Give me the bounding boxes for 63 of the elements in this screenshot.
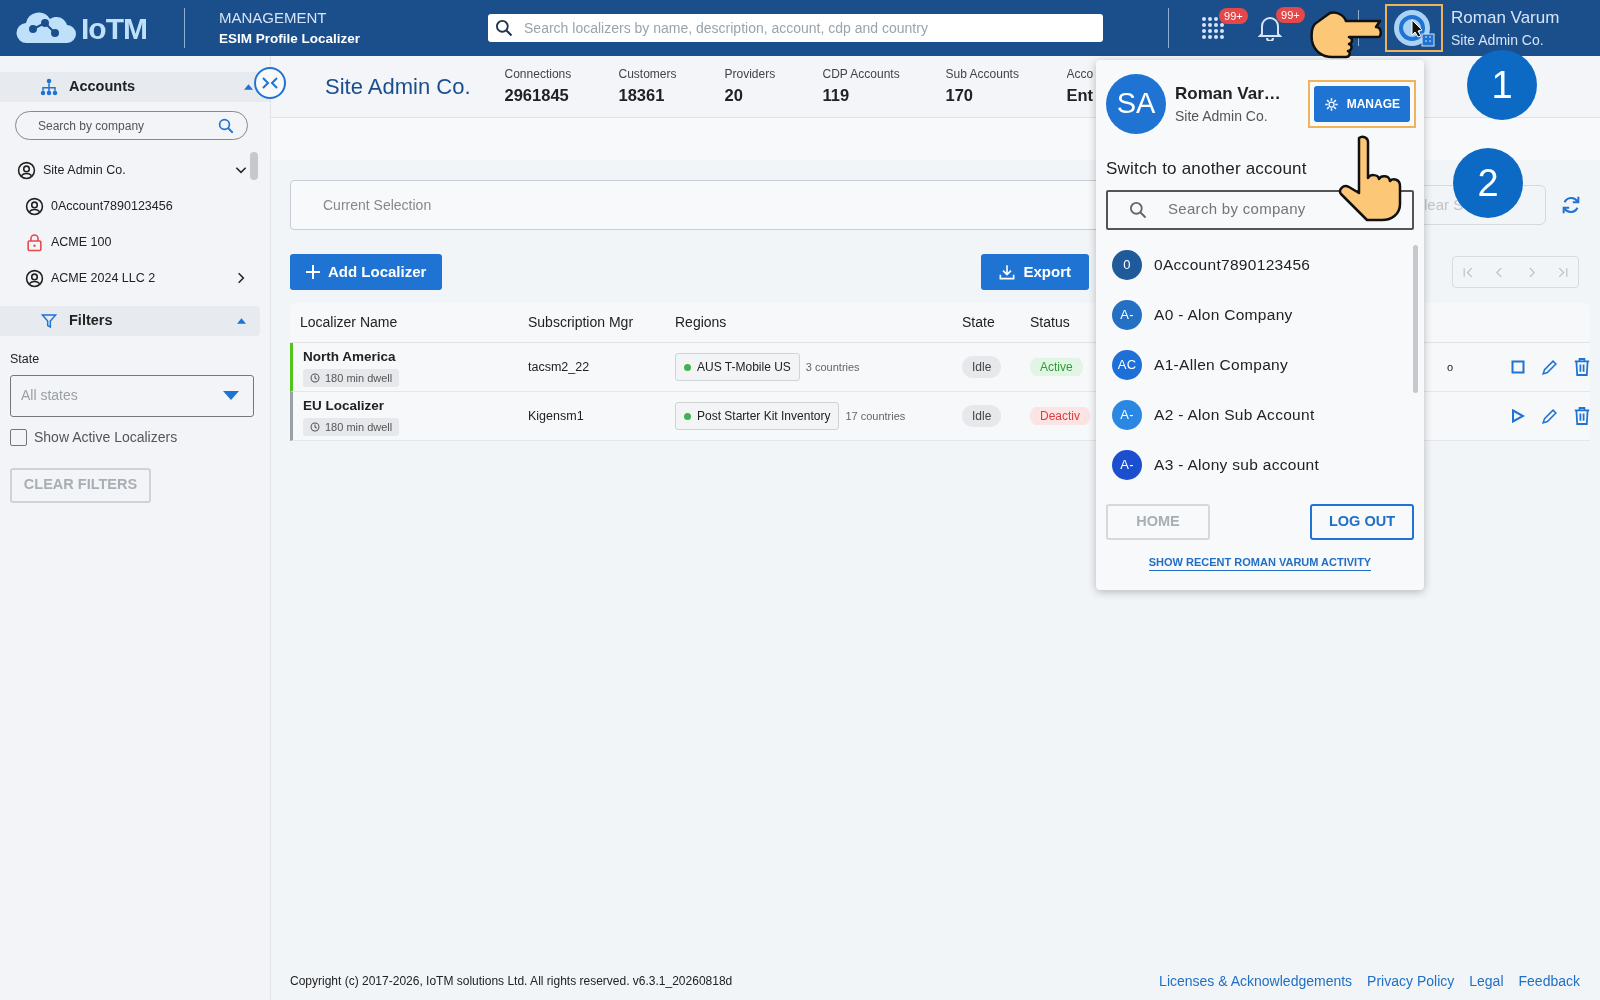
region-count: 3 countries: [805, 359, 860, 375]
filters-title: Filters: [69, 311, 113, 331]
account-label: A1-Allen Company: [1154, 354, 1289, 375]
section-title: MANAGEMENT: [219, 7, 328, 28]
copyright-text: Copyright (c) 2017-2026, IoTM solutions Ltd. All rights reserved. v6.3.1_20260818d: [290, 973, 733, 990]
stat-value: Ent: [1066, 85, 1093, 107]
region-tag: AUS T-Mobile US: [675, 353, 800, 381]
section-title: Switch to another account: [1106, 158, 1308, 180]
stat-label: CDP Accounts: [822, 66, 900, 84]
account-avatar: AC: [1112, 349, 1142, 380]
checkbox-label: Show Active Localizers: [34, 427, 178, 447]
dwell-tag: 180 min dwell: [303, 417, 400, 437]
field-label: State: [10, 351, 41, 368]
column-header: Status: [1030, 313, 1071, 332]
stat-value: 119: [822, 85, 850, 107]
state-pill: Idle: [962, 355, 1002, 378]
stat-value: 18361: [618, 85, 665, 107]
account-avatar: A-: [1112, 399, 1142, 430]
column-header: State: [962, 313, 996, 332]
stat-value: 170: [945, 85, 974, 107]
notification-badge: 99+: [1219, 8, 1248, 25]
account-avatar: 0: [1112, 249, 1142, 280]
account-label: 0Account7890123456: [1154, 254, 1311, 275]
account-avatar: SA: [1106, 74, 1166, 134]
column-header: Subscription Mgr: [528, 313, 635, 332]
column-header: Regions: [675, 313, 728, 332]
user-name: Roman Varum: [1451, 6, 1560, 29]
page-title: ESIM Profile Localizer: [219, 30, 361, 49]
dwell-tag: 180 min dwell: [303, 368, 400, 388]
account-avatar: A-: [1112, 299, 1142, 330]
state-pill: Idle: [962, 404, 1002, 427]
company-title: Site Admin Co.: [325, 73, 471, 101]
stat-value: 20: [724, 85, 743, 107]
notification-badge: 99+: [1276, 7, 1305, 24]
region-tag: Post Starter Kit Inventory: [675, 402, 840, 430]
account-avatar: A-: [1112, 449, 1142, 480]
accounts-title: Accounts: [69, 77, 136, 97]
table-cell-text: o: [1447, 359, 1454, 375]
stat-label: Acco: [1066, 66, 1093, 84]
tree-item-label: Site Admin Co.: [43, 161, 126, 179]
tree-item-label: ACME 2024 LLC 2: [51, 269, 156, 287]
stat-value: 2961845: [504, 85, 569, 107]
stat-label: Customers: [618, 66, 677, 84]
user-account: Site Admin Co.: [1451, 31, 1545, 51]
localizer-name: North America: [303, 347, 396, 366]
stat-label: Providers: [724, 66, 776, 84]
account-subtitle: Site Admin Co.: [1175, 107, 1269, 127]
logo-text: IoTM: [81, 10, 147, 47]
stat-label: Sub Accounts: [945, 66, 1019, 84]
tree-item-label: ACME 100: [51, 233, 112, 251]
account-label: A2 - Alon Sub Account: [1154, 404, 1315, 425]
table-cell-text: tacsm2_22: [528, 358, 591, 376]
region-count: 17 countries: [845, 408, 906, 424]
status-pill: Active: [1030, 357, 1083, 377]
status-pill: Deactiv: [1030, 406, 1090, 426]
stat-label: Connections: [504, 66, 572, 84]
table-cell-text: Kigensm1: [528, 407, 585, 425]
column-header: Localizer Name: [299, 313, 399, 332]
account-label: A0 - Alon Company: [1154, 304, 1293, 325]
account-label: A3 - Alony sub account: [1154, 454, 1320, 475]
localizer-name: EU Localizer: [303, 396, 385, 415]
account-name: Roman Var…: [1175, 82, 1281, 105]
tree-item-label: 0Account7890123456: [51, 197, 173, 215]
